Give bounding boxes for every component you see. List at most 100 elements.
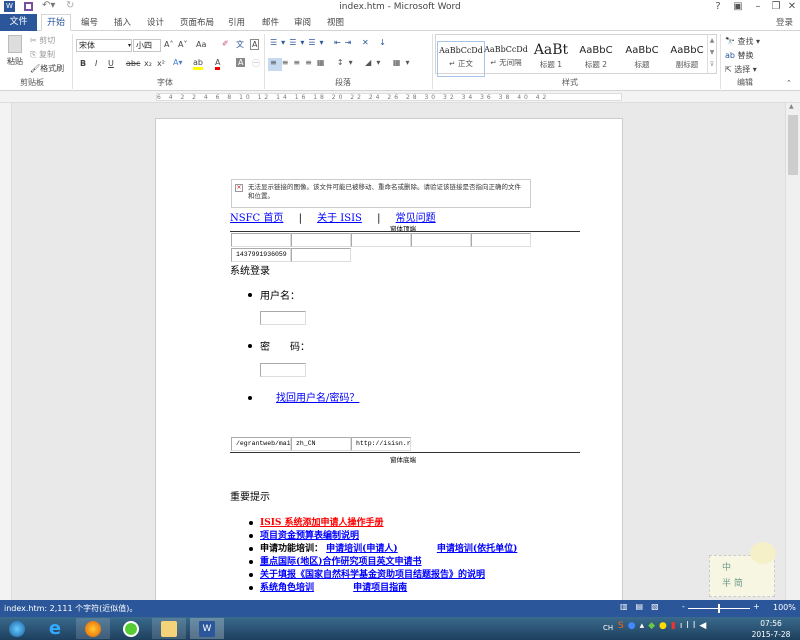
clock[interactable]: 07:56 2015-7-28 <box>748 619 794 639</box>
clear-formatting-icon[interactable]: ✐ <box>222 39 229 48</box>
style-heading-2[interactable]: AaBbC 标题 2 <box>572 41 620 77</box>
tab-home[interactable]: 开始 <box>41 14 71 31</box>
bold-button[interactable]: B <box>80 59 86 68</box>
find-button[interactable]: 🔭 查找 ▾ <box>725 36 760 47</box>
hidden-field[interactable] <box>291 233 351 247</box>
style-heading-1[interactable]: AaBt 标题 1 <box>527 41 575 77</box>
style-title[interactable]: AaBbC 标题 <box>618 41 666 77</box>
help-button[interactable]: ? <box>708 1 728 12</box>
tab-references[interactable]: 引用 <box>228 16 245 28</box>
recover-account-link[interactable]: 找回用户名/密码？ <box>276 389 359 404</box>
style-label: ↵ 无间隔 <box>490 58 522 67</box>
ribbon-display-options-icon[interactable]: ▣ <box>728 1 748 12</box>
text-effects-icon[interactable]: A▾ <box>173 58 183 67</box>
scroll-up-icon[interactable]: ▲ <box>789 103 794 110</box>
character-border-icon[interactable]: A <box>250 39 260 50</box>
tab-view[interactable]: 视图 <box>327 16 344 28</box>
superscript-button[interactable]: x² <box>157 59 165 68</box>
hidden-field[interactable]: http://isisn.r <box>351 437 411 451</box>
sticker-char: 半 <box>722 579 732 589</box>
alignment-icons[interactable]: ≡≡≡≡▦ ↕▾ ◢▾ ▦▾ <box>270 58 414 67</box>
font-color-icon[interactable]: A <box>215 58 221 70</box>
hidden-field[interactable] <box>471 233 531 247</box>
zoom-in-button[interactable]: + <box>753 602 760 611</box>
font-size-select[interactable]: 小四 <box>133 39 161 52</box>
word-taskbar-icon[interactable]: W <box>190 618 224 639</box>
notice-link[interactable]: 申请培训(申请人) <box>326 544 398 554</box>
italic-button[interactable]: I <box>95 59 97 68</box>
system-tray-icons[interactable]: S●▴◆●▮ıll◀ <box>618 621 710 631</box>
hidden-field[interactable]: zh_CN <box>291 437 351 451</box>
notice-link[interactable]: 申请项目指南 <box>353 583 407 593</box>
notice-link[interactable]: 关于填报《国家自然科学基金资助项目结题报告》的说明 <box>260 567 485 580</box>
input-language[interactable]: CH <box>603 624 613 632</box>
zoom-level[interactable]: 100% <box>773 603 796 612</box>
replace-button[interactable]: ab 替换 <box>725 50 754 61</box>
styles-scroll[interactable]: ▲ ▼ ⊽ <box>707 35 716 73</box>
strikethrough-button[interactable]: abc <box>126 59 140 68</box>
format-painter-button[interactable]: 🖌格式刷 <box>30 63 64 74</box>
change-case-button[interactable]: Aa <box>196 40 206 49</box>
notice-link[interactable]: 系统角色培训 <box>260 583 314 593</box>
hidden-field[interactable] <box>411 233 471 247</box>
enclose-characters-icon[interactable]: ㊀ <box>252 58 260 69</box>
firefox-icon[interactable] <box>76 618 110 639</box>
hidden-field[interactable]: /egrantweb/mai <box>231 437 291 451</box>
sign-in-link[interactable]: 登录 <box>776 16 793 28</box>
nsfc-home-link[interactable]: NSFC 首页 <box>230 213 283 224</box>
file-explorer-icon[interactable] <box>152 618 186 639</box>
password-input[interactable] <box>260 363 306 377</box>
vertical-scrollbar[interactable]: ▲ <box>785 103 800 600</box>
vertical-ruler[interactable] <box>0 103 12 600</box>
select-button[interactable]: ⇱ 选择 ▾ <box>725 64 757 75</box>
close-button[interactable]: ✕ <box>782 1 800 12</box>
phonetic-guide-icon[interactable]: 文 <box>236 39 244 50</box>
character-shading-icon[interactable]: A <box>236 58 246 67</box>
timestamp-field[interactable]: 1437991936059 <box>231 248 291 262</box>
notice-link[interactable]: 项目资金预算表编制说明 <box>260 528 359 541</box>
collapse-ribbon-icon[interactable]: ⌃ <box>786 79 792 87</box>
notice-link[interactable]: 重点国际(地区)合作研究项目英文申请书 <box>260 554 422 567</box>
list-buttons-icon[interactable]: ☰▾☰▾☰▾ ⇤⇥ ✕ ↓ <box>270 38 390 47</box>
highlight-icon[interactable]: ab <box>193 58 203 70</box>
underline-button[interactable]: U <box>108 59 114 68</box>
sticker-widget[interactable]: 中 半 简 <box>709 542 776 597</box>
style-subtitle[interactable]: AaBbC 副标题 <box>663 41 711 77</box>
shrink-font-button[interactable]: A˅ <box>178 40 187 49</box>
minimize-button[interactable]: – <box>748 1 768 12</box>
hidden-field[interactable] <box>231 233 291 247</box>
copy-button[interactable]: ⎘ 复制 <box>30 49 55 60</box>
style-no-spacing[interactable]: AaBbCcDd ↵ 无间隔 <box>482 41 530 77</box>
zoom-slider-thumb[interactable] <box>718 604 720 613</box>
zoom-out-button[interactable]: - <box>682 602 685 611</box>
paste-button[interactable]: 粘贴 <box>7 56 23 67</box>
tab-insert[interactable]: 插入 <box>114 16 131 28</box>
paste-icon[interactable] <box>8 35 22 53</box>
tab-mailings[interactable]: 邮件 <box>262 16 279 28</box>
notice-link[interactable]: ISIS 系统添加申请人操作手册 <box>260 515 384 528</box>
subscript-button[interactable]: x₂ <box>144 59 152 68</box>
tab-design[interactable]: 设计 <box>147 16 164 28</box>
start-button[interactable] <box>0 618 34 639</box>
hidden-field[interactable] <box>291 248 351 262</box>
ie-icon[interactable]: e <box>38 618 72 639</box>
word-count-status[interactable]: index.htm: 2,111 个字符(近似值)。 <box>4 603 137 614</box>
tab-page-layout[interactable]: 页面布局 <box>180 16 214 28</box>
hidden-field[interactable] <box>351 233 411 247</box>
tab-review[interactable]: 审阅 <box>294 16 311 28</box>
view-buttons[interactable]: ▥▤▧ <box>620 602 667 611</box>
notice-item: 系统角色培训 申请项目指南 <box>260 580 407 593</box>
username-input[interactable] <box>260 311 306 325</box>
cut-button[interactable]: ✂ 剪切 <box>30 35 55 46</box>
about-isis-link[interactable]: 关于 ISIS <box>317 213 362 224</box>
grow-font-button[interactable]: A˄ <box>164 40 173 49</box>
font-name-select[interactable]: 宋体 ▾ <box>76 39 132 52</box>
notice-link[interactable]: 申请培训(依托单位) <box>437 544 518 554</box>
tab-file[interactable]: 文件 <box>0 14 37 31</box>
style-normal[interactable]: AaBbCcDd ↵ 正文 <box>437 41 485 77</box>
scrollbar-thumb[interactable] <box>788 115 798 175</box>
tab-numbering[interactable]: 编号 <box>81 16 98 28</box>
app-green-icon[interactable] <box>114 618 148 639</box>
divider <box>720 34 721 89</box>
horizontal-ruler[interactable]: 6 4 2 2 4 6 8 10 12 14 16 18 20 22 24 26… <box>0 91 800 103</box>
